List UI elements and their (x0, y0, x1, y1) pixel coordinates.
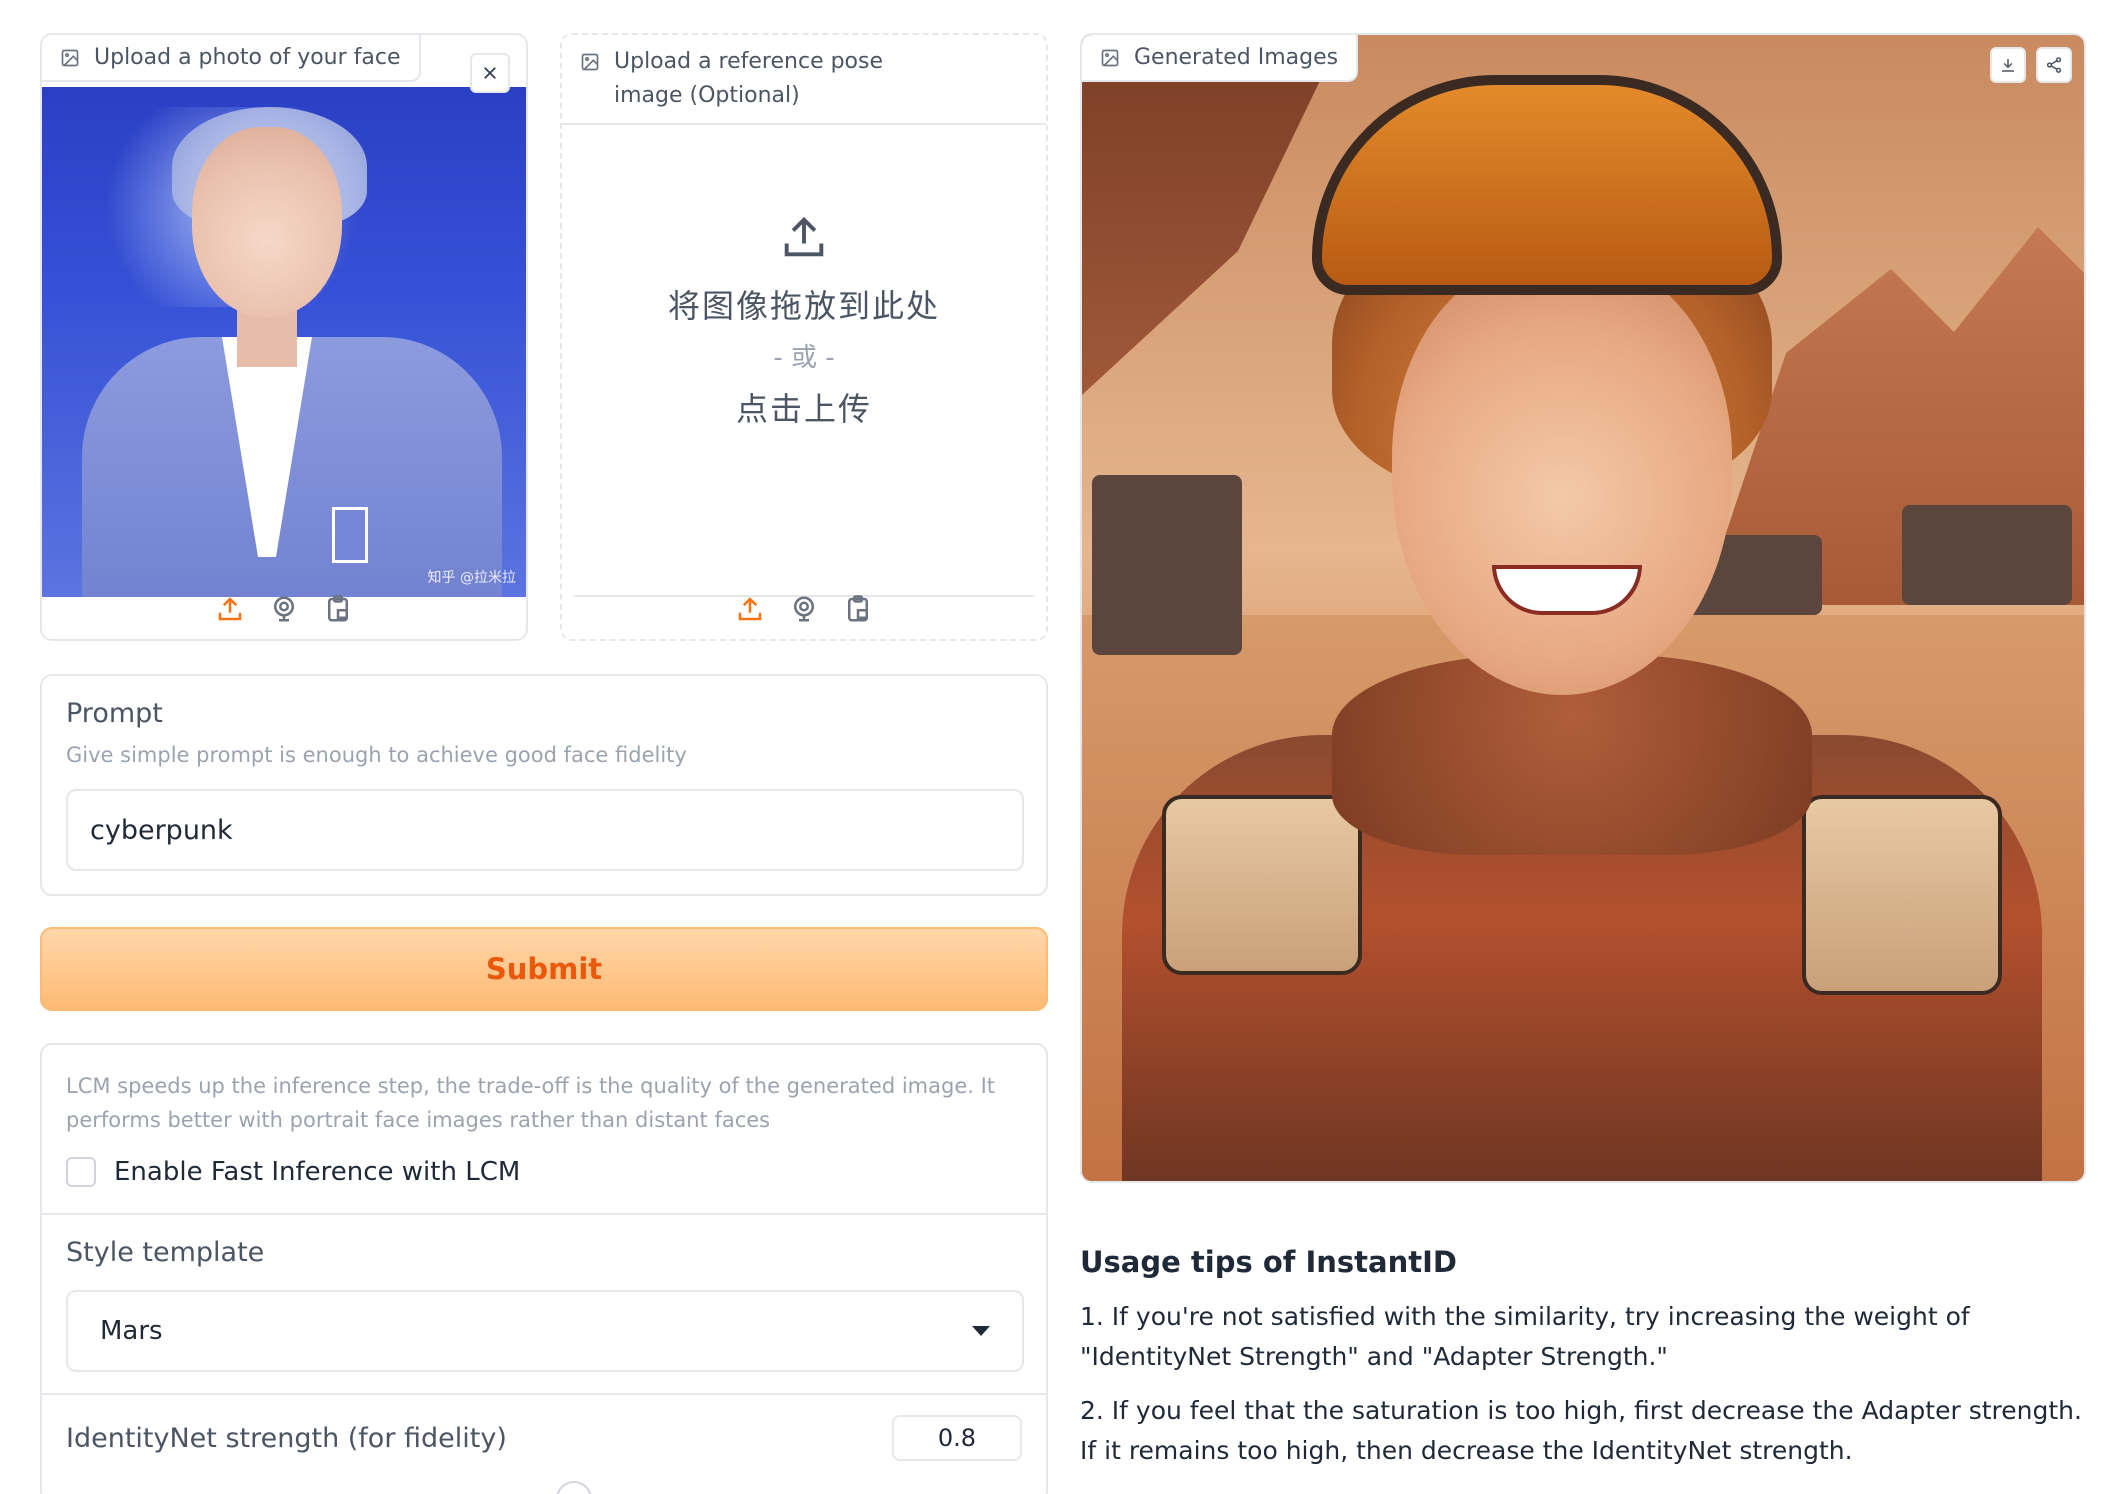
generated-actions (1990, 47, 2072, 83)
share-button[interactable] (2036, 47, 2072, 83)
lcm-checkbox-label[interactable]: Enable Fast Inference with LCM (114, 1157, 520, 1187)
webcam-source-button[interactable] (788, 593, 820, 625)
clear-image-button[interactable] (470, 53, 510, 93)
lcm-checkbox[interactable] (66, 1157, 96, 1187)
prompt-panel: Prompt Give simple prompt is enough to a… (40, 674, 1048, 896)
upload-icon (738, 597, 762, 621)
drop-instruction: 将图像拖放到此处 (667, 286, 940, 325)
face-upload-label: Upload a photo of your face (42, 35, 421, 82)
webcam-icon (794, 596, 814, 622)
lcm-section: LCM speeds up the inference step, the tr… (42, 1045, 1046, 1215)
upload-icon (784, 216, 824, 256)
settings-panel: LCM speeds up the inference step, the tr… (40, 1043, 1048, 1494)
clipboard-source-button[interactable] (322, 593, 354, 625)
usage-tips: Usage tips of InstantID 1. If you're not… (1080, 1245, 2090, 1485)
upload-source-button[interactable] (734, 593, 766, 625)
style-selected-value: Mars (100, 1316, 163, 1346)
identitynet-number-input[interactable]: 0.8 (892, 1415, 1022, 1461)
face-upload-panel[interactable]: Upload a photo of your face 知乎 @拉米拉 (40, 33, 528, 641)
identitynet-label: IdentityNet strength (for fidelity) (66, 1422, 507, 1454)
generated-images-panel: Generated Images (1080, 33, 2086, 1183)
style-section: Style template Mars (42, 1215, 1046, 1395)
generated-image[interactable] (1082, 35, 2084, 1181)
clipboard-icon (848, 595, 868, 622)
close-icon (484, 67, 496, 79)
generated-images-label: Generated Images (1082, 35, 1359, 82)
lcm-info: LCM speeds up the inference step, the tr… (66, 1074, 996, 1132)
clipboard-icon (328, 595, 348, 622)
download-button[interactable] (1990, 47, 2026, 83)
share-icon (2046, 57, 2062, 73)
prompt-label: Prompt (66, 698, 163, 729)
upload-source-button[interactable] (214, 593, 246, 625)
style-label: Style template (66, 1237, 265, 1268)
chevron-down-icon (972, 1326, 990, 1336)
image-icon (581, 53, 599, 71)
usage-tip-item: 2. If you feel that the saturation is to… (1080, 1396, 2082, 1465)
webcam-source-button[interactable] (268, 593, 300, 625)
identitynet-section: IdentityNet strength (for fidelity) 0.8 (42, 1395, 1046, 1494)
pose-drop-zone[interactable]: 将图像拖放到此处 - 或 - 点击上传 (562, 125, 1046, 595)
usage-tip-item: 1. If you're not satisfied with the simi… (1080, 1302, 1970, 1371)
pose-upload-label-text: Upload a reference pose image (Optional) (614, 49, 884, 108)
prompt-input[interactable]: cyberpunk (66, 789, 1024, 871)
image-icon (61, 49, 79, 66)
pose-upload-panel[interactable]: Upload a reference pose image (Optional)… (560, 33, 1048, 641)
style-template-dropdown[interactable]: Mars (66, 1290, 1024, 1372)
uploaded-face-image: 知乎 @拉米拉 (42, 87, 526, 597)
image-watermark: 知乎 @拉米拉 (427, 570, 516, 586)
prompt-info: Give simple prompt is enough to achieve … (66, 743, 687, 767)
generated-images-label-text: Generated Images (1134, 45, 1339, 70)
usage-tips-title: Usage tips of InstantID (1080, 1245, 1457, 1279)
pose-upload-label: Upload a reference pose image (Optional) (562, 35, 1046, 125)
drop-or-text: - 或 - (773, 342, 835, 373)
click-upload-text: 点击上传 (735, 389, 872, 428)
face-upload-label-text: Upload a photo of your face (94, 45, 401, 70)
upload-icon (218, 597, 242, 621)
submit-button[interactable]: Submit (40, 927, 1048, 1011)
image-icon (1101, 49, 1119, 66)
webcam-icon (274, 596, 294, 622)
download-icon (2002, 59, 2014, 72)
clipboard-source-button[interactable] (842, 593, 874, 625)
pose-source-toolbar (562, 593, 1046, 625)
lcm-checkbox-row[interactable]: Enable Fast Inference with LCM (66, 1157, 1022, 1187)
slider-thumb[interactable] (555, 1481, 592, 1494)
face-source-toolbar (42, 593, 526, 625)
